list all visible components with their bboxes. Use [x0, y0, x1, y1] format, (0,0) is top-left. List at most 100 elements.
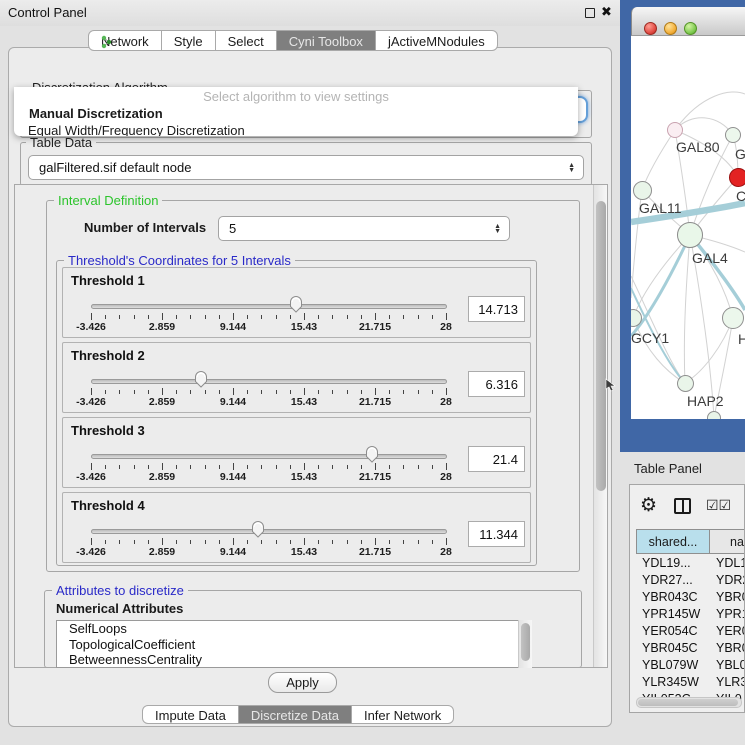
tick-mark — [332, 315, 333, 319]
scale-label: -3.426 — [76, 396, 106, 408]
tick-mark — [91, 538, 92, 545]
network-window-titlebar[interactable] — [631, 7, 745, 36]
tick-mark — [119, 390, 120, 394]
scale-label: 28 — [440, 321, 452, 333]
close-traffic-light[interactable] — [644, 22, 657, 35]
threshold-panel-2: Threshold 2-3.4262.8599.14415.4321.71528… — [62, 342, 531, 413]
tick-mark — [134, 540, 135, 544]
scale-labels: -3.4262.8599.14415.4321.71528 — [91, 321, 447, 333]
tick-mark — [91, 388, 92, 395]
slider-thumb[interactable] — [193, 370, 209, 388]
network-node-hap2[interactable] — [677, 375, 694, 392]
threshold-value-field[interactable]: 6.316 — [468, 371, 525, 397]
list-item[interactable]: TopologicalCoefficient — [57, 637, 531, 653]
slider-thumb[interactable] — [250, 520, 266, 538]
column-header-shared-name[interactable]: shared... — [636, 529, 710, 554]
algorithm-dropdown-popup: Select algorithm to view settings Manual… — [14, 87, 578, 136]
network-node-ga[interactable] — [725, 127, 741, 143]
threshold-value-field[interactable]: 11.344 — [468, 521, 525, 547]
table-row[interactable]: YER054CYER0 — [636, 624, 745, 641]
table-row[interactable]: YLR345WYLR3 — [636, 675, 745, 692]
list-scrollbar-thumb[interactable] — [521, 623, 530, 661]
tick-mark — [446, 313, 447, 320]
tab-jactivemnodules[interactable]: jActiveMNodules — [376, 30, 498, 51]
table-data-combobox[interactable]: galFiltered.sif default node ▲▼ — [28, 155, 584, 180]
scale-label: 9.144 — [220, 321, 246, 333]
tick-mark — [304, 388, 305, 395]
table-row[interactable]: YBL079WYBL0 — [636, 658, 745, 675]
network-node-c[interactable] — [729, 168, 745, 187]
tick-mark — [261, 315, 262, 319]
minimize-traffic-light[interactable] — [664, 22, 677, 35]
tab-impute-data[interactable]: Impute Data — [142, 705, 239, 724]
numerical-attributes-list[interactable]: SelfLoopsTopologicalCoefficientBetweenne… — [56, 620, 532, 668]
tick-mark — [432, 540, 433, 544]
network-canvas[interactable]: GAL80GACGAL11GAL4GCY1HHAP2 — [631, 36, 745, 419]
threshold-value-field[interactable]: 21.4 — [468, 446, 525, 472]
table-row[interactable]: YBR043CYBR0 — [636, 590, 745, 607]
tick-mark — [233, 538, 234, 545]
scrollbar-thumb[interactable] — [596, 201, 606, 491]
apply-button[interactable]: Apply — [268, 672, 337, 693]
tab-style[interactable]: Style — [162, 30, 216, 51]
network-node-gal11[interactable] — [633, 181, 652, 200]
tab-select[interactable]: Select — [216, 30, 277, 51]
table-row[interactable]: YDR27...YDR2 — [636, 573, 745, 590]
column-header-name[interactable]: na — [709, 529, 745, 554]
tick-mark — [403, 465, 404, 469]
table-row[interactable]: YPR145WYPR1 — [636, 607, 745, 624]
zoom-traffic-light[interactable] — [684, 22, 697, 35]
tick-mark — [375, 463, 376, 470]
table-panel-toolbar: ⚙ ☑☑ — [630, 485, 745, 527]
tab-network[interactable]: Network — [88, 30, 162, 51]
tick-mark — [247, 315, 248, 319]
dropdown-option-manual[interactable]: Manual Discretization — [14, 104, 578, 121]
tick-mark — [205, 540, 206, 544]
tab-infer-network[interactable]: Infer Network — [352, 705, 454, 724]
tick-mark — [361, 540, 362, 544]
node-label: H — [738, 331, 745, 347]
slider-thumb[interactable] — [364, 445, 380, 463]
tick-mark — [418, 315, 419, 319]
list-scrollbar[interactable] — [518, 620, 532, 668]
network-node-gal4[interactable] — [677, 222, 703, 248]
close-icon[interactable]: ✖ — [601, 4, 612, 20]
vertical-scrollbar[interactable] — [593, 185, 607, 667]
num-intervals-combobox[interactable]: 5 ▲▼ — [218, 216, 510, 241]
table-row[interactable]: YBR045CYBR0 — [636, 641, 745, 658]
cell-name: YBL0 — [716, 658, 745, 672]
tab-cyni-toolbox[interactable]: Cyni Toolbox — [277, 30, 376, 51]
split-columns-icon[interactable] — [674, 498, 691, 514]
scale-label: -3.426 — [76, 471, 106, 483]
slider-track[interactable] — [91, 529, 447, 534]
tick-mark — [247, 465, 248, 469]
hscrollbar-thumb[interactable] — [638, 699, 738, 706]
gear-icon[interactable]: ⚙ — [640, 494, 657, 517]
threshold-panel-4: Threshold 4-3.4262.8599.14415.4321.71528… — [62, 492, 531, 563]
threshold-value-field[interactable]: 14.713 — [468, 296, 525, 322]
horizontal-scrollbar[interactable] — [636, 697, 742, 708]
list-item[interactable]: BetweennessCentrality — [57, 652, 531, 668]
slider-thumb[interactable] — [288, 295, 304, 313]
tick-mark — [219, 540, 220, 544]
table-row[interactable]: YDL19...YDL1 — [636, 556, 745, 573]
float-window-icon[interactable] — [585, 8, 595, 18]
slider-track[interactable] — [91, 304, 447, 309]
network-node[interactable] — [707, 411, 721, 419]
node-label: GCY1 — [631, 330, 669, 346]
slider-track[interactable] — [91, 379, 447, 384]
list-item[interactable]: SelfLoops — [57, 621, 531, 637]
scale-label: 9.144 — [220, 396, 246, 408]
dropdown-option-equal-width[interactable]: Equal Width/Frequency Discretization — [14, 121, 578, 136]
checkbox-icons[interactable]: ☑☑ — [706, 497, 731, 514]
slider-track[interactable] — [91, 454, 447, 459]
table-panel-title: Table Panel — [634, 461, 702, 476]
tick-mark — [304, 538, 305, 545]
tick-mark — [105, 540, 106, 544]
network-icon — [101, 35, 113, 49]
tick-mark — [389, 540, 390, 544]
network-node-gal80[interactable] — [667, 122, 683, 138]
tab-discretize-data[interactable]: Discretize Data — [239, 705, 352, 724]
network-node-h[interactable] — [722, 307, 744, 329]
threshold-label: Threshold 3 — [71, 423, 145, 438]
